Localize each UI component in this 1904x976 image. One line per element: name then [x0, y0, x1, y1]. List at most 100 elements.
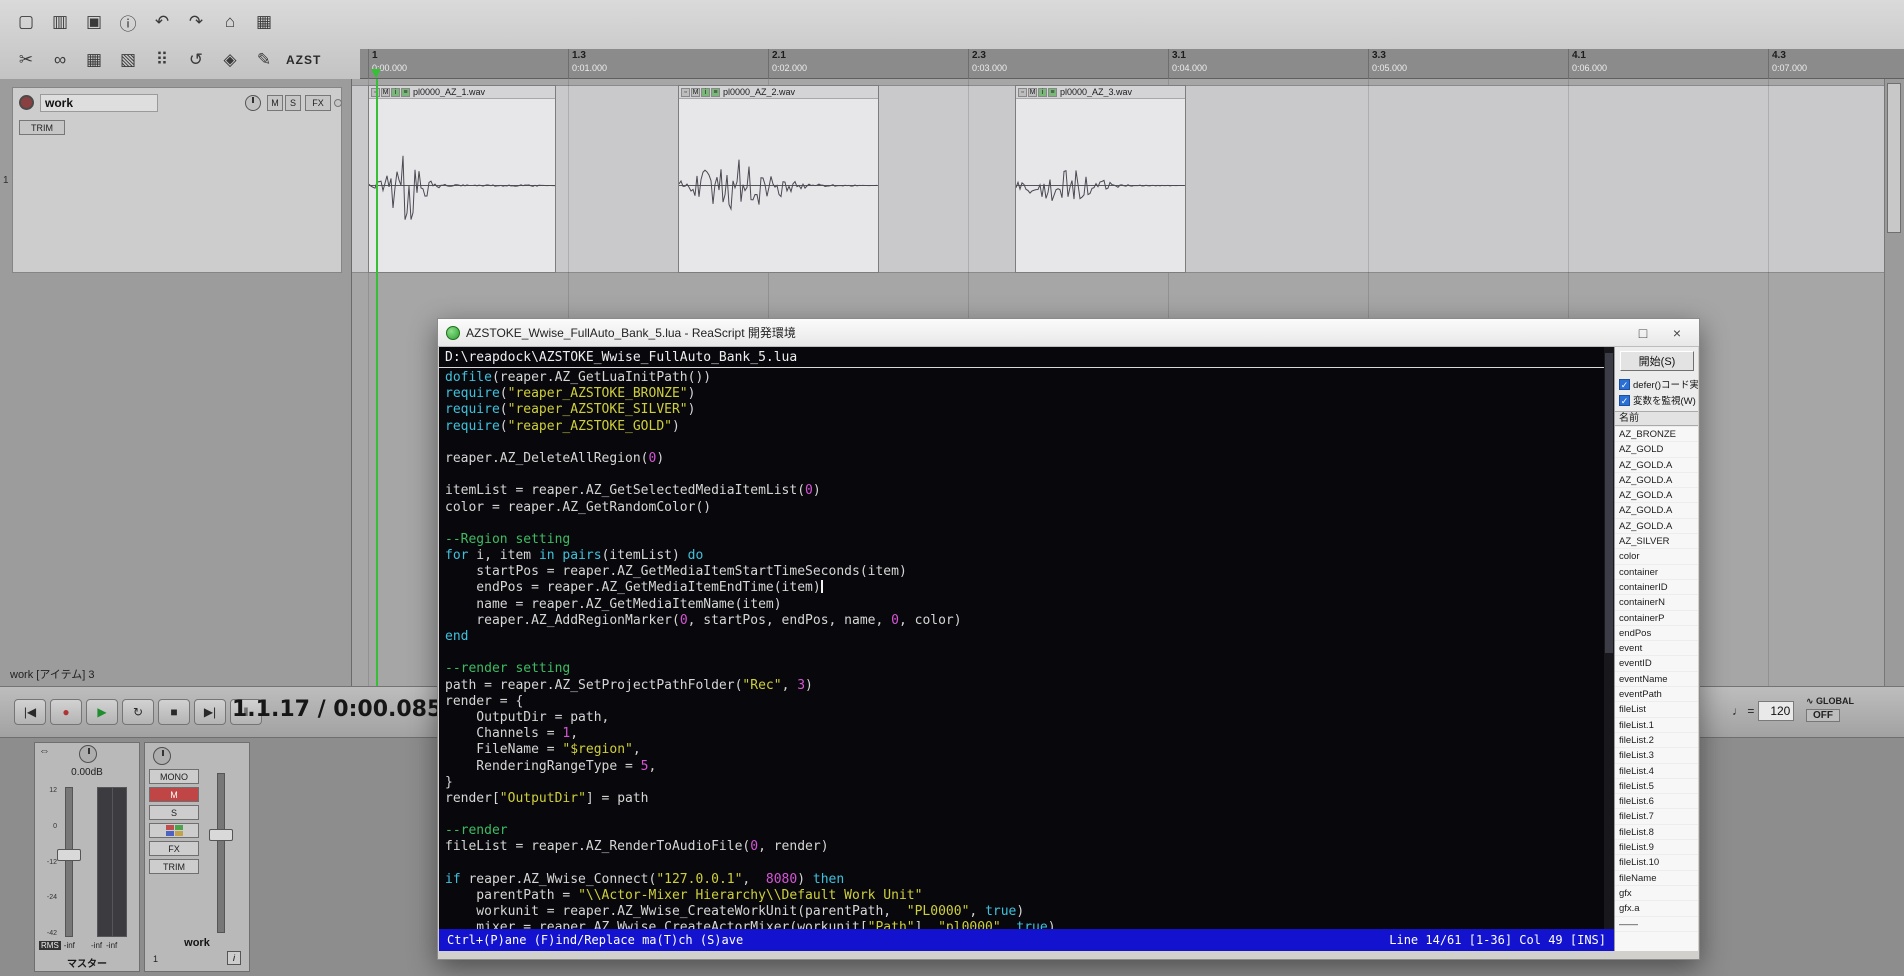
- glue-icon[interactable]: ∞: [46, 46, 74, 74]
- scrollbar-thumb[interactable]: [1887, 83, 1901, 233]
- watch-variable-row[interactable]: AZ_GOLD.A: [1615, 519, 1698, 534]
- transport-time-display[interactable]: 1.1.17 / 0:00.085: [232, 697, 442, 722]
- watch-variable-row[interactable]: AZ_GOLD.A: [1615, 488, 1698, 503]
- watch-variable-row[interactable]: ——: [1615, 917, 1698, 932]
- watch-variable-row[interactable]: fileList.7: [1615, 809, 1698, 824]
- stop-button[interactable]: ■: [158, 699, 190, 725]
- lock-icon[interactable]: ◈: [216, 46, 244, 74]
- close-button[interactable]: ×: [1663, 323, 1691, 343]
- start-button[interactable]: 開始(S): [1620, 351, 1694, 371]
- lock-icon[interactable]: ▫: [1018, 88, 1027, 97]
- metronome-icon[interactable]: ⌂: [216, 8, 244, 36]
- pan-knob[interactable]: [245, 95, 261, 111]
- watch-variable-row[interactable]: fileList.4: [1615, 764, 1698, 779]
- ide-window[interactable]: AZSTOKE_Wwise_FullAuto_Bank_5.lua - ReaS…: [437, 318, 1700, 960]
- defer-checkbox-row[interactable]: ✓ defer()コード実行: [1619, 377, 1698, 391]
- edit-cursor[interactable]: [376, 79, 378, 686]
- media-item[interactable]: ▫Mi≡pl0000_AZ_1.wav: [368, 85, 556, 273]
- record-button[interactable]: ●: [50, 699, 82, 725]
- code-scrollbar[interactable]: [1604, 347, 1614, 929]
- watch-variable-row[interactable]: containerP: [1615, 611, 1698, 626]
- mute-button[interactable]: M: [267, 95, 283, 111]
- master-fader-handle[interactable]: [57, 849, 81, 861]
- fx-icon[interactable]: ≡: [1048, 88, 1057, 97]
- global-automation-value[interactable]: OFF: [1806, 709, 1840, 722]
- mute-button[interactable]: M: [149, 787, 199, 802]
- watch-variable-list[interactable]: AZ_BRONZEAZ_GOLDAZ_GOLD.AAZ_GOLD.AAZ_GOL…: [1615, 427, 1698, 951]
- watch-variable-row[interactable]: AZ_GOLD.A: [1615, 503, 1698, 518]
- work-fader-handle[interactable]: [209, 829, 233, 841]
- watch-variable-row[interactable]: endPos: [1615, 626, 1698, 641]
- maximize-button[interactable]: □: [1629, 323, 1657, 343]
- watch-variable-row[interactable]: fileList: [1615, 702, 1698, 717]
- work-pan-knob[interactable]: [153, 747, 171, 765]
- checkbox-checked-icon[interactable]: ✓: [1619, 379, 1630, 390]
- go-to-end-button[interactable]: ▶|: [194, 699, 226, 725]
- watch-variable-row[interactable]: color: [1615, 549, 1698, 564]
- repeat-button[interactable]: ↻: [122, 699, 154, 725]
- vertical-scrollbar[interactable]: [1884, 79, 1904, 686]
- notes-icon[interactable]: i: [1038, 88, 1047, 97]
- master-pan-knob[interactable]: [79, 745, 97, 763]
- global-automation-override[interactable]: ∿ GLOBAL OFF: [1806, 696, 1854, 722]
- save-project-icon[interactable]: ▣: [80, 8, 108, 36]
- watch-variable-row[interactable]: fileList.8: [1615, 825, 1698, 840]
- work-mixer-strip[interactable]: MONOMSFXTRIM work 1 i: [144, 742, 250, 972]
- code-editor[interactable]: D:\reapdock\AZSTOKE_Wwise_FullAuto_Bank_…: [439, 347, 1614, 929]
- loop-icon[interactable]: ↺: [182, 46, 210, 74]
- watch-variable-row[interactable]: AZ_GOLD: [1615, 442, 1698, 457]
- grid-icon[interactable]: ▦: [80, 46, 108, 74]
- fx-button[interactable]: FX: [149, 841, 199, 856]
- mute-icon[interactable]: M: [1028, 88, 1037, 97]
- grid-settings-icon[interactable]: ▦: [250, 8, 278, 36]
- notes-icon[interactable]: i: [391, 88, 400, 97]
- bpm-value[interactable]: 120: [1758, 701, 1794, 721]
- watch-variable-row[interactable]: gfx.a: [1615, 901, 1698, 916]
- watch-variable-row[interactable]: fileName: [1615, 871, 1698, 886]
- mono-button[interactable]: MONO: [149, 769, 199, 784]
- project-info-icon[interactable]: ⓘ: [114, 8, 142, 36]
- mute-icon[interactable]: M: [691, 88, 700, 97]
- routing-icon[interactable]: ▧: [114, 46, 142, 74]
- master-mixer-strip[interactable]: ⇔ 0.00dB 120-12-24-42 RMS -inf -inf -inf…: [34, 742, 140, 972]
- watch-variable-row[interactable]: event: [1615, 641, 1698, 656]
- cut-icon[interactable]: ✂: [12, 46, 40, 74]
- redo-icon[interactable]: ↷: [182, 8, 210, 36]
- fx-icon[interactable]: ≡: [711, 88, 720, 97]
- watch-variable-row[interactable]: fileList.2: [1615, 733, 1698, 748]
- trim-button[interactable]: TRIM: [19, 120, 65, 135]
- timeline-ruler[interactable]: 10:00.0001.30:01.0002.10:02.0002.30:03.0…: [360, 49, 1904, 79]
- lock-icon[interactable]: ▫: [681, 88, 690, 97]
- go-to-start-button[interactable]: |◀: [14, 699, 46, 725]
- track-1-panel[interactable]: work M S FX TRIM: [12, 87, 342, 273]
- watch-variable-row[interactable]: container: [1615, 565, 1698, 580]
- watch-variable-row[interactable]: containerID: [1615, 580, 1698, 595]
- watch-variable-row[interactable]: fileList.1: [1615, 718, 1698, 733]
- info-button[interactable]: i: [227, 951, 241, 965]
- watch-variable-row[interactable]: AZ_GOLD.A: [1615, 458, 1698, 473]
- media-item[interactable]: ▫Mi≡pl0000_AZ_3.wav: [1015, 85, 1186, 273]
- watch-variable-row[interactable]: fileList.9: [1615, 840, 1698, 855]
- media-item[interactable]: ▫Mi≡pl0000_AZ_2.wav: [678, 85, 879, 273]
- watch-variable-row[interactable]: AZ_BRONZE: [1615, 427, 1698, 442]
- route-button[interactable]: [149, 823, 199, 838]
- solo-button[interactable]: S: [149, 805, 199, 820]
- play-button[interactable]: ▶: [86, 699, 118, 725]
- new-project-icon[interactable]: ▢: [12, 8, 40, 36]
- solo-button[interactable]: S: [285, 95, 301, 111]
- code-scrollbar-thumb[interactable]: [1605, 353, 1613, 653]
- nudge-icon[interactable]: ⠿: [148, 46, 176, 74]
- ide-title-bar[interactable]: AZSTOKE_Wwise_FullAuto_Bank_5.lua - ReaS…: [438, 319, 1699, 347]
- record-arm-button[interactable]: [19, 95, 34, 110]
- mute-icon[interactable]: M: [381, 88, 390, 97]
- fx-bypass-icon[interactable]: [334, 99, 342, 107]
- open-project-icon[interactable]: ▥: [46, 8, 74, 36]
- watch-variable-row[interactable]: fileList.5: [1615, 779, 1698, 794]
- watch-variable-row[interactable]: gfx: [1615, 886, 1698, 901]
- checkbox-checked-icon[interactable]: ✓: [1619, 395, 1630, 406]
- watch-variable-row[interactable]: AZ_GOLD.A: [1615, 473, 1698, 488]
- watch-variable-row[interactable]: eventPath: [1615, 687, 1698, 702]
- undo-icon[interactable]: ↶: [148, 8, 176, 36]
- watch-variable-row[interactable]: containerN: [1615, 595, 1698, 610]
- fx-button[interactable]: FX: [305, 95, 331, 111]
